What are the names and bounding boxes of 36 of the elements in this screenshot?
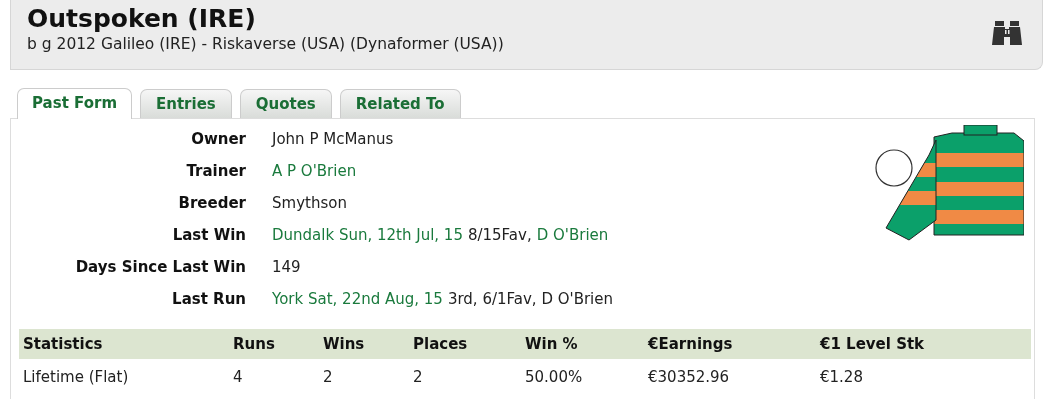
field-value: Smythson [272,193,347,214]
link[interactable]: D O'Brien [536,219,609,251]
field-label: Days Since Last Win [74,257,246,278]
tab[interactable]: Entries [140,89,232,118]
tab[interactable]: Related To [339,89,461,118]
tab[interactable]: Quotes [239,89,332,118]
field-value: 8/15Fav, [467,225,532,246]
field-label: Last Win [171,225,246,246]
table-cell: €30352.96 [644,359,816,395]
column-header: Win % [521,329,644,359]
table-cell: 4 [229,359,319,395]
table-cell: 2 [409,359,521,395]
pedigree-text: b g 2012 Galileo (IRE) - Riskaverse (USA) (Dynaformer (USA)) [27,35,504,53]
field-label: Trainer [185,161,246,182]
field-label: Last Run [171,289,246,310]
binoculars-icon[interactable] [992,21,1022,47]
table-cell: 50.00% [521,359,644,395]
field-value: 3rd, 6/1Fav, D O'Brien [447,289,614,310]
column-header: Wins [319,329,409,359]
table-cell: €1.28 [816,359,1031,395]
column-header: Statistics [19,329,229,359]
column-header: €Earnings [644,329,816,359]
table-cell: Lifetime (Flat) [19,359,229,395]
field-value: 149 [272,257,301,278]
field-label: Breeder [177,193,246,214]
column-header: €1 Level Stk [816,329,1031,359]
column-header: Places [409,329,521,359]
link[interactable]: York Sat, 22nd Aug, 15 [272,283,443,315]
horse-name: Outspoken (IRE) [27,4,257,33]
column-header: Runs [229,329,319,359]
tab[interactable]: Past Form [17,88,132,119]
table-cell: 2 [319,359,409,395]
link[interactable]: A P O'Brien [272,155,357,187]
field-label: Owner [190,129,246,150]
field-value: John P McManus [272,129,394,150]
link[interactable]: Dundalk Sun, 12th Jul, 15 [272,219,463,251]
